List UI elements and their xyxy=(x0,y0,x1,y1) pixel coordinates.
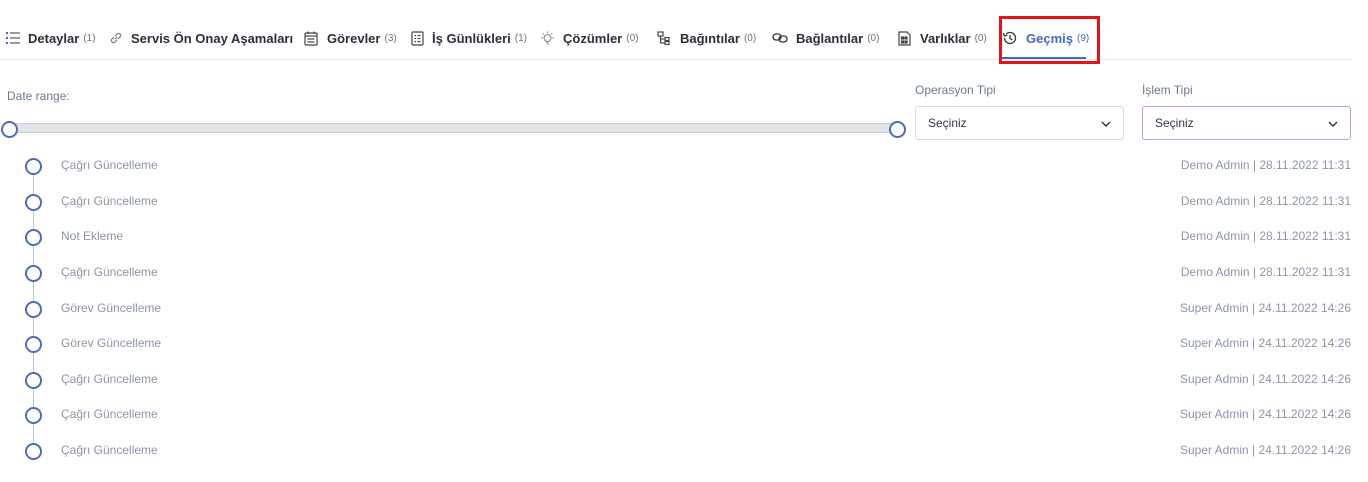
timeline-item: Görev Güncelleme Super Admin | 24.11.202… xyxy=(0,326,1368,362)
tab-gorevler[interactable]: Görevler (3) xyxy=(297,18,405,58)
calendar-icon xyxy=(303,30,319,46)
date-range-label: Date range: xyxy=(7,89,70,103)
timeline-item-title: Çağrı Güncelleme xyxy=(61,372,158,386)
timeline-dot xyxy=(25,336,42,353)
timeline-item-meta: Super Admin | 24.11.2022 14:26 xyxy=(1179,301,1351,315)
relation-icon xyxy=(656,30,672,46)
timeline-dot xyxy=(25,194,42,211)
timeline-item: Çağrı Güncelleme Demo Admin | 28.11.2022… xyxy=(0,255,1368,291)
timeline-item-meta: Super Admin | 24.11.2022 14:26 xyxy=(1179,443,1351,457)
timeline-item-title: Not Ekleme xyxy=(61,229,124,243)
tab-label: Çözümler xyxy=(563,30,623,46)
timeline-item-meta: Demo Admin | 28.11.2022 11:31 xyxy=(1180,229,1351,243)
timeline-dot xyxy=(25,443,42,460)
transaction-type-label: İşlem Tipi xyxy=(1142,83,1193,97)
timeline-item-meta: Demo Admin | 28.11.2022 11:31 xyxy=(1180,194,1351,208)
tab-count: (0) xyxy=(867,32,880,44)
timeline-item-title: Görev Güncelleme xyxy=(61,336,162,350)
timeline-item-title: Çağrı Güncelleme xyxy=(61,265,158,279)
timeline-dot xyxy=(25,301,42,318)
timeline-dot xyxy=(25,372,42,389)
timeline-dot xyxy=(25,158,42,175)
operation-type-label: Operasyon Tipi xyxy=(915,83,996,97)
tab-count: (3) xyxy=(384,32,397,44)
tab-bagintilar[interactable]: Bağıntılar (0) xyxy=(650,18,766,58)
timeline-item: Çağrı Güncelleme Super Admin | 24.11.202… xyxy=(0,362,1368,398)
tab-count: (9) xyxy=(1076,32,1090,44)
timeline-item: Görev Güncelleme Super Admin | 24.11.202… xyxy=(0,291,1368,327)
tab-label: Servis Ön Onay Aşamaları xyxy=(131,30,294,46)
tab-count: (1) xyxy=(83,32,96,44)
timeline-item: Çağrı Güncelleme Super Admin | 24.11.202… xyxy=(0,433,1368,469)
timeline-item: Çağrı Güncelleme Demo Admin | 28.11.2022… xyxy=(0,148,1368,184)
timeline-item: Not Ekleme Demo Admin | 28.11.2022 11:31 xyxy=(0,219,1368,255)
date-range-slider-track[interactable] xyxy=(10,123,898,133)
timeline-dot xyxy=(25,229,42,246)
worklog-icon xyxy=(411,30,424,46)
tab-label: İş Günlükleri xyxy=(432,30,511,46)
list-icon xyxy=(6,30,20,46)
tab-label: Bağıntılar xyxy=(680,30,740,46)
tab-is-gunlukleri[interactable]: İş Günlükleri (1) xyxy=(405,18,533,58)
chevron-down-icon xyxy=(1328,116,1338,130)
timeline-item-title: Çağrı Güncelleme xyxy=(61,443,158,457)
timeline-item-title: Görev Güncelleme xyxy=(61,301,162,315)
tab-gecmis[interactable]: Geçmiş (9) xyxy=(996,18,1092,59)
tab-cozumler[interactable]: Çözümler (0) xyxy=(533,18,650,58)
tab-servis-on-onay[interactable]: Servis Ön Onay Aşamaları xyxy=(103,18,297,58)
tab-varliklar[interactable]: Varlıklar (0) xyxy=(890,18,996,58)
tab-label: Detaylar xyxy=(28,30,80,46)
tab-count: (0) xyxy=(743,32,757,44)
tab-count: (0) xyxy=(626,32,639,44)
operation-type-value: Seçiniz xyxy=(928,116,967,130)
timeline-item-meta: Demo Admin | 28.11.2022 11:31 xyxy=(1180,158,1351,172)
timeline-item-meta: Demo Admin | 28.11.2022 11:31 xyxy=(1180,265,1351,279)
timeline-item-meta: Super Admin | 24.11.2022 14:26 xyxy=(1179,407,1351,421)
operation-type-select[interactable]: Seçiniz xyxy=(915,106,1124,140)
timeline-item-meta: Super Admin | 24.11.2022 14:26 xyxy=(1179,372,1351,386)
link-icon xyxy=(109,30,123,46)
transaction-type-select[interactable]: Seçiniz xyxy=(1142,106,1351,140)
timeline-item-title: Çağrı Güncelleme xyxy=(61,194,158,208)
chain-icon xyxy=(772,30,788,46)
tab-baglantilar[interactable]: Bağlantılar (0) xyxy=(766,18,890,58)
timeline-dot xyxy=(25,265,42,282)
tab-label: Bağlantılar xyxy=(796,30,864,46)
tab-bar: Detaylar (1) Servis Ön Onay Aşamaları Gö… xyxy=(0,18,1352,60)
tab-count: (1) xyxy=(514,32,527,44)
tab-label: Görevler xyxy=(327,30,381,46)
transaction-type-value: Seçiniz xyxy=(1155,116,1194,130)
timeline-item-title: Çağrı Güncelleme xyxy=(61,407,158,421)
timeline-dot xyxy=(25,407,42,424)
timeline-item: Çağrı Güncelleme Super Admin | 24.11.202… xyxy=(0,397,1368,433)
tab-label: Geçmiş xyxy=(1026,30,1073,46)
chevron-down-icon xyxy=(1101,116,1111,130)
tab-label: Varlıklar xyxy=(920,30,971,46)
history-icon xyxy=(1002,30,1018,46)
lightbulb-icon xyxy=(539,30,555,46)
timeline-item-meta: Super Admin | 24.11.2022 14:26 xyxy=(1179,336,1351,350)
date-range-start-handle[interactable] xyxy=(1,121,18,138)
tab-count: (0) xyxy=(974,32,987,44)
tab-detaylar[interactable]: Detaylar (1) xyxy=(0,18,103,58)
timeline-item: Çağrı Güncelleme Demo Admin | 28.11.2022… xyxy=(0,184,1368,220)
date-range-end-handle[interactable] xyxy=(889,121,906,138)
asset-icon xyxy=(896,30,912,46)
timeline-item-title: Çağrı Güncelleme xyxy=(61,158,158,172)
